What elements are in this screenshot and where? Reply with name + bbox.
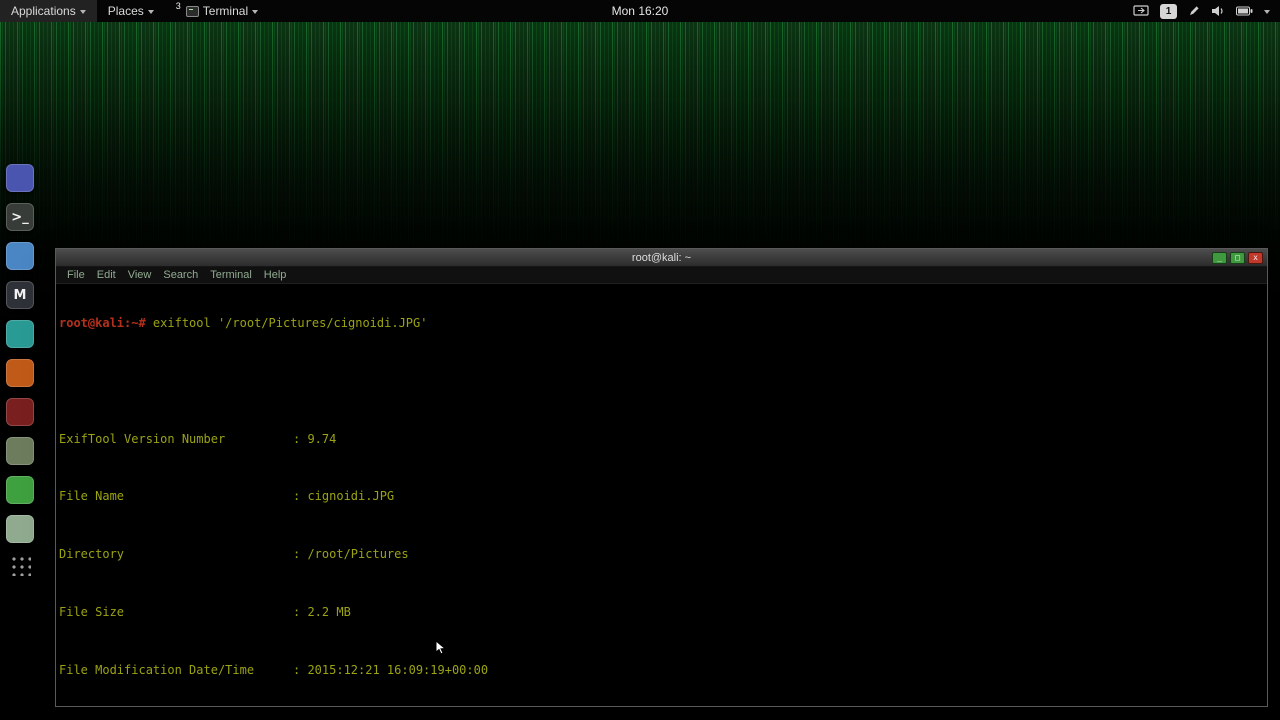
dock-item[interactable]: >_ bbox=[6, 203, 34, 231]
dock-item[interactable]: M bbox=[6, 281, 34, 309]
dock-item[interactable] bbox=[6, 359, 34, 387]
exif-label: ExifTool Version Number bbox=[59, 431, 226, 446]
grid-dots-icon bbox=[9, 554, 31, 576]
chevron-down-icon bbox=[147, 9, 154, 14]
terminal-menu-item[interactable]: Terminal bbox=[204, 267, 258, 283]
command-line: root@kali:~# exiftool '/root/Pictures/ci… bbox=[59, 316, 1267, 330]
exif-value: : 2015:12:21 16:09:19+00:00 bbox=[293, 662, 489, 677]
terminal-menu-item-label: File bbox=[67, 269, 85, 281]
dock-item[interactable] bbox=[6, 476, 34, 504]
dock-item-glyph: M bbox=[13, 287, 27, 303]
dock-item-glyph: >_ bbox=[11, 209, 29, 225]
window-titlebar[interactable]: root@kali: ~ _ □ x bbox=[56, 249, 1267, 267]
clock[interactable]: Mon 16:20 bbox=[612, 4, 669, 18]
chevron-down-icon bbox=[79, 9, 86, 14]
dock-item[interactable] bbox=[6, 164, 34, 192]
exif-value: : 2.2 MB bbox=[293, 604, 351, 619]
exif-row: ExifTool Version Number : 9.74 bbox=[59, 432, 1267, 446]
exif-value: : 9.74 bbox=[293, 431, 337, 446]
terminal-menu-item[interactable]: Help bbox=[258, 267, 293, 283]
exif-output: ExifTool Version Number : 9.74 File Name:… bbox=[59, 374, 1267, 706]
exif-row: File Modification Date/Time : 2015:12:21 … bbox=[59, 663, 1267, 677]
dock-item[interactable] bbox=[6, 242, 34, 270]
window-title: root@kali: ~ bbox=[631, 251, 692, 264]
exif-value: : /root/Pictures bbox=[293, 547, 409, 562]
applications-menu[interactable]: Applications bbox=[0, 0, 97, 22]
terminal-menu-item-label: Edit bbox=[96, 269, 116, 281]
applications-menu-label: Applications bbox=[11, 4, 76, 18]
dock-item[interactable] bbox=[6, 437, 34, 465]
terminal-menu-label: Terminal bbox=[202, 4, 249, 18]
menu-caret-icon[interactable] bbox=[1264, 9, 1270, 14]
minimize-button[interactable]: _ bbox=[1212, 251, 1227, 264]
places-menu-label: Places bbox=[107, 4, 144, 18]
terminal-menu-item[interactable]: Search bbox=[157, 267, 204, 283]
maximize-button[interactable]: □ bbox=[1230, 251, 1245, 264]
active-app-menu-terminal[interactable]: 3 Terminal bbox=[165, 0, 269, 22]
exif-label: File Modification Date/Time bbox=[59, 662, 255, 677]
pen-icon[interactable] bbox=[1188, 5, 1200, 17]
close-button[interactable]: x bbox=[1248, 251, 1263, 264]
shell-prompt: root@kali:~# bbox=[59, 315, 146, 330]
exif-row: Directory : /root/Pictures bbox=[59, 547, 1267, 561]
terminal-badge: 3 bbox=[175, 1, 181, 11]
exif-row: File Name : cignoidi.JPG bbox=[59, 489, 1267, 503]
window-controls: _ □ x bbox=[1212, 251, 1267, 264]
exif-row: File Size : 2.2 MB bbox=[59, 605, 1267, 619]
favorites-dock: >_ M bbox=[6, 164, 34, 543]
terminal-content[interactable]: root@kali:~# exiftool '/root/Pictures/ci… bbox=[56, 284, 1267, 706]
mouse-cursor bbox=[435, 639, 447, 661]
dock-item[interactable] bbox=[6, 398, 34, 426]
status-area: 1 bbox=[1133, 0, 1280, 22]
terminal-menu-item-label: Terminal bbox=[210, 269, 252, 281]
chevron-down-icon bbox=[252, 9, 259, 14]
terminal-menu-item-label: Help bbox=[263, 269, 287, 281]
exif-value: : cignoidi.JPG bbox=[293, 489, 395, 504]
input-source-indicator[interactable]: 1 bbox=[1160, 3, 1177, 19]
terminal-menu-item-label: Search bbox=[163, 269, 199, 281]
show-applications-button[interactable] bbox=[6, 551, 34, 579]
places-menu[interactable]: Places bbox=[97, 0, 165, 22]
terminal-menu-item-label: View bbox=[127, 269, 152, 281]
exif-label: Directory bbox=[59, 547, 125, 562]
exif-label: File Size bbox=[59, 604, 125, 619]
terminal-menu-item[interactable]: File bbox=[61, 267, 91, 283]
exif-label: File Name bbox=[59, 489, 125, 504]
volume-icon[interactable] bbox=[1211, 5, 1225, 17]
dock-item[interactable] bbox=[6, 320, 34, 348]
screencast-icon[interactable] bbox=[1133, 5, 1149, 17]
terminal-window: root@kali: ~ _ □ x File Edit View Search bbox=[55, 248, 1268, 707]
terminal-icon bbox=[185, 5, 199, 17]
terminal-menu-item[interactable]: View bbox=[122, 267, 158, 283]
dock-item[interactable] bbox=[6, 515, 34, 543]
terminal-menubar: File Edit View Search Terminal Help bbox=[56, 267, 1267, 284]
terminal-menu-item[interactable]: Edit bbox=[91, 267, 122, 283]
battery-icon[interactable] bbox=[1236, 6, 1253, 16]
command-text: exiftool '/root/Pictures/cignoidi.JPG' bbox=[145, 315, 428, 330]
top-panel: Applications Places 3 Terminal Mon 16:20… bbox=[0, 0, 1280, 22]
